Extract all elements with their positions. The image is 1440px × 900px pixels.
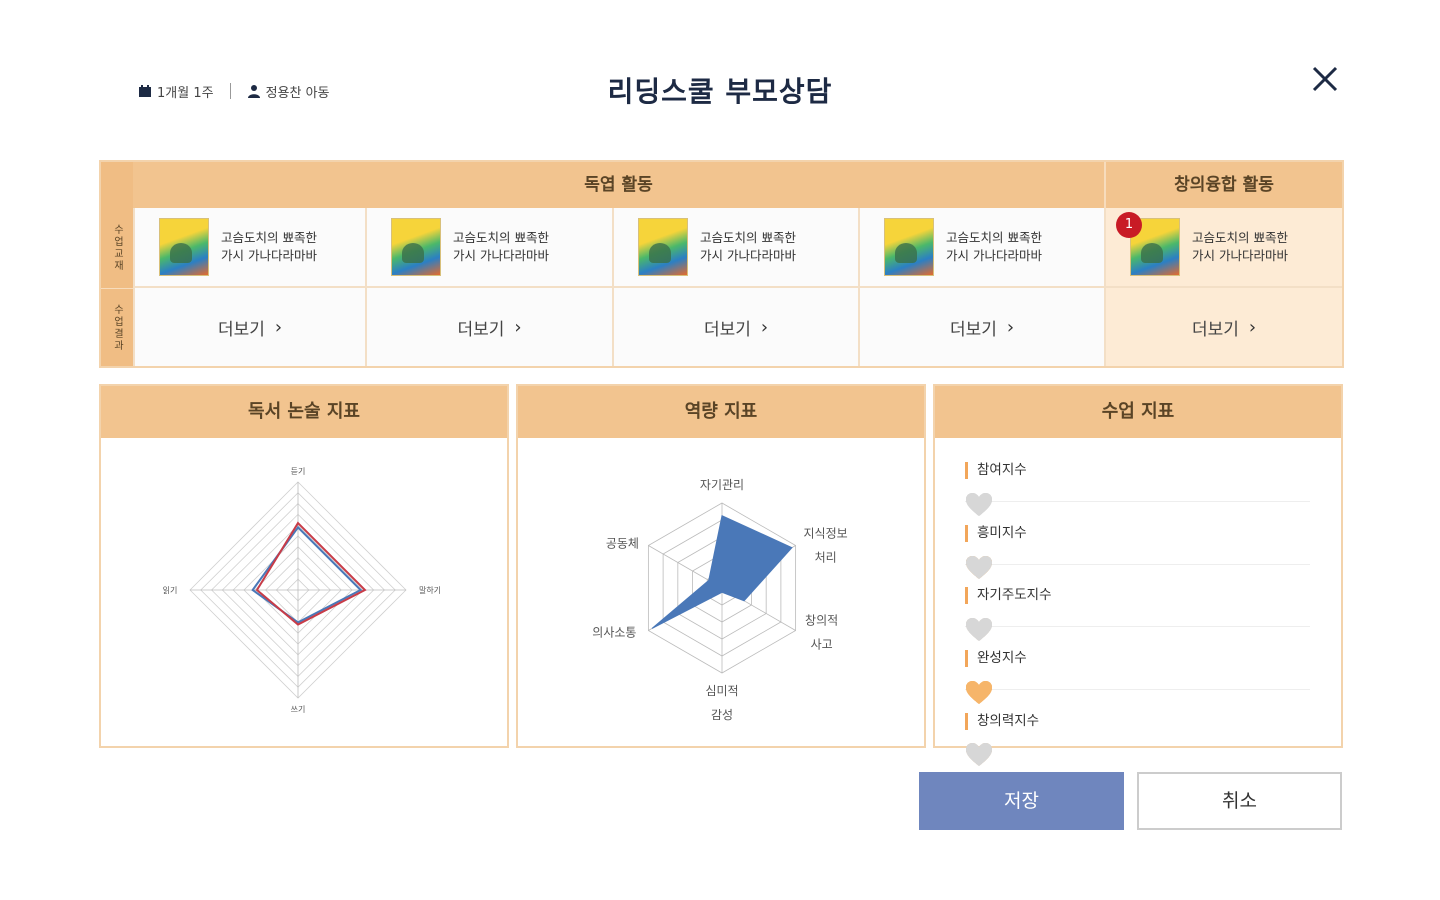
- page-title: 리딩스쿨 부모상담: [607, 75, 833, 108]
- more-link[interactable]: 더보기 ›: [135, 288, 365, 366]
- more-link[interactable]: 더보기 ›: [860, 288, 1104, 366]
- radar-axis-label: 쓰기: [291, 705, 306, 714]
- notification-badge: 1: [1116, 212, 1142, 238]
- creative-book-column: 1 고슴도치의 뾰족한 가시 가나다라마바 더보기 ›: [1104, 208, 1342, 366]
- class-index-row: 완성지수: [965, 628, 1310, 704]
- save-button[interactable]: 저장: [919, 772, 1124, 830]
- book-title: 고슴도치의 뾰족한 가시 가나다라마바: [946, 230, 1042, 263]
- class-index-row: 자기주도지수: [965, 565, 1310, 641]
- header-corner: [101, 162, 133, 208]
- radar-axis-label: 의사소통: [592, 626, 636, 640]
- chevron-right-icon: ›: [1248, 316, 1257, 338]
- book-item[interactable]: 고슴도치의 뾰족한 가시 가나다라마바: [367, 208, 612, 288]
- book-item[interactable]: 고슴도치의 뾰족한 가시 가나다라마바: [1106, 208, 1342, 288]
- creative-activity-header: 창의융합 활동: [1104, 162, 1342, 208]
- book-title: 고슴도치의 뾰족한 가시 가나다라마바: [221, 230, 317, 263]
- book-cover: [638, 218, 688, 276]
- chevron-right-icon: ›: [274, 316, 283, 338]
- book-title: 고슴도치의 뾰족한 가시 가나다라마바: [1192, 230, 1288, 263]
- book-title: 고슴도치의 뾰족한 가시 가나다라마바: [453, 230, 549, 263]
- main-activity-header: 독엽 활동: [584, 175, 653, 195]
- chevron-right-icon: ›: [760, 316, 769, 338]
- activity-table: 독엽 활동 창의융합 활동 수업교재 수업결과 고슴도치의 뾰족한 가시 가나다…: [99, 160, 1344, 368]
- chevron-right-icon: ›: [514, 316, 522, 338]
- competency-index-title: 역량 지표: [518, 386, 924, 438]
- book-column: 고슴도치의 뾰족한 가시 가나다라마바 더보기 ›: [365, 208, 612, 366]
- reading-index-title: 독서 논술 지표: [101, 386, 507, 438]
- row-label-textbook: 수업교재: [101, 208, 133, 288]
- class-index-label: 자기주도지수: [965, 587, 1091, 604]
- radar-axis-label: 처리: [815, 551, 837, 565]
- book-title: 고슴도치의 뾰족한 가시 가나다라마바: [700, 230, 796, 263]
- cancel-button[interactable]: 취소: [1137, 772, 1342, 830]
- heart-empty-icon: [966, 743, 992, 766]
- radar-axis-label: 공동체: [606, 537, 639, 551]
- more-link[interactable]: 더보기 ›: [614, 288, 858, 366]
- book-cover: [391, 218, 441, 276]
- class-index-label: 참여지수: [965, 462, 1091, 479]
- counseling-page: 1개월 1주 정용찬 아동 리딩스쿨 부모상담 독엽 활동 창의융합 활동 수업…: [0, 0, 1440, 900]
- row-label-result: 수업결과: [101, 288, 133, 366]
- chevron-right-icon: ›: [1006, 316, 1015, 338]
- reading-index-panel: 독서 논술 지표 듣기말하기쓰기 읽기: [99, 384, 509, 748]
- class-index-row: 창의력지수: [965, 690, 1310, 766]
- more-link[interactable]: 더보기 ›: [1106, 288, 1342, 366]
- radar-axis-label: 심미적: [705, 684, 738, 698]
- class-index-row: 흥미지수: [965, 503, 1310, 579]
- book-column: 고슴도치의 뾰족한 가시 가나다라마바 더보기 ›: [612, 208, 858, 366]
- competency-index-panel: 역량 지표 자기관리지식정보처리창의적사고심미적감성 의사소통 공동체: [516, 384, 926, 748]
- book-item[interactable]: 고슴도치의 뾰족한 가시 가나다라마바: [614, 208, 858, 288]
- class-index-label: 창의력지수: [965, 712, 1091, 730]
- class-index-label: 흥미지수: [965, 524, 1091, 542]
- close-icon: [1312, 66, 1338, 92]
- book-cover: [159, 218, 209, 276]
- book-column: 고슴도치의 뾰족한 가시 가나다라마바 더보기 ›: [133, 208, 365, 366]
- activity-header: 독엽 활동 창의융합 활동: [101, 162, 1342, 208]
- class-index-title: 수업 지표: [935, 386, 1341, 438]
- class-index-row: 참여지수: [965, 440, 1310, 516]
- competency-radar-chart: 자기관리지식정보처리창의적사고심미적감성 의사소통 공동체: [592, 478, 848, 722]
- radar-axis-label: 읽기: [163, 586, 178, 595]
- radar-axis-label: 감성: [711, 708, 733, 722]
- radar-axis-label: 사고: [811, 638, 833, 652]
- more-link[interactable]: 더보기 ›: [367, 288, 612, 366]
- radar-axis-label: 지식정보: [804, 527, 848, 541]
- radar-axis-label: 듣기: [291, 467, 306, 476]
- book-cover: [884, 218, 934, 276]
- book-item[interactable]: 고슴도치의 뾰족한 가시 가나다라마바: [860, 208, 1104, 288]
- close-button[interactable]: [1306, 60, 1344, 98]
- book-column: 고슴도치의 뾰족한 가시 가나다라마바 더보기 ›: [858, 208, 1104, 366]
- radar-axis-label: 창의적: [805, 614, 838, 628]
- book-item[interactable]: 고슴도치의 뾰족한 가시 가나다라마바: [135, 208, 365, 288]
- class-index-panel: 수업 지표 참여지수흥미지수자기주도지수완성지수창의력지수: [933, 384, 1343, 766]
- reading-radar-chart: 듣기말하기쓰기 읽기: [163, 467, 441, 714]
- class-index-label: 완성지수: [965, 649, 1091, 667]
- radar-axis-label: 자기관리: [700, 478, 744, 492]
- radar-axis-label: 말하기: [419, 585, 441, 595]
